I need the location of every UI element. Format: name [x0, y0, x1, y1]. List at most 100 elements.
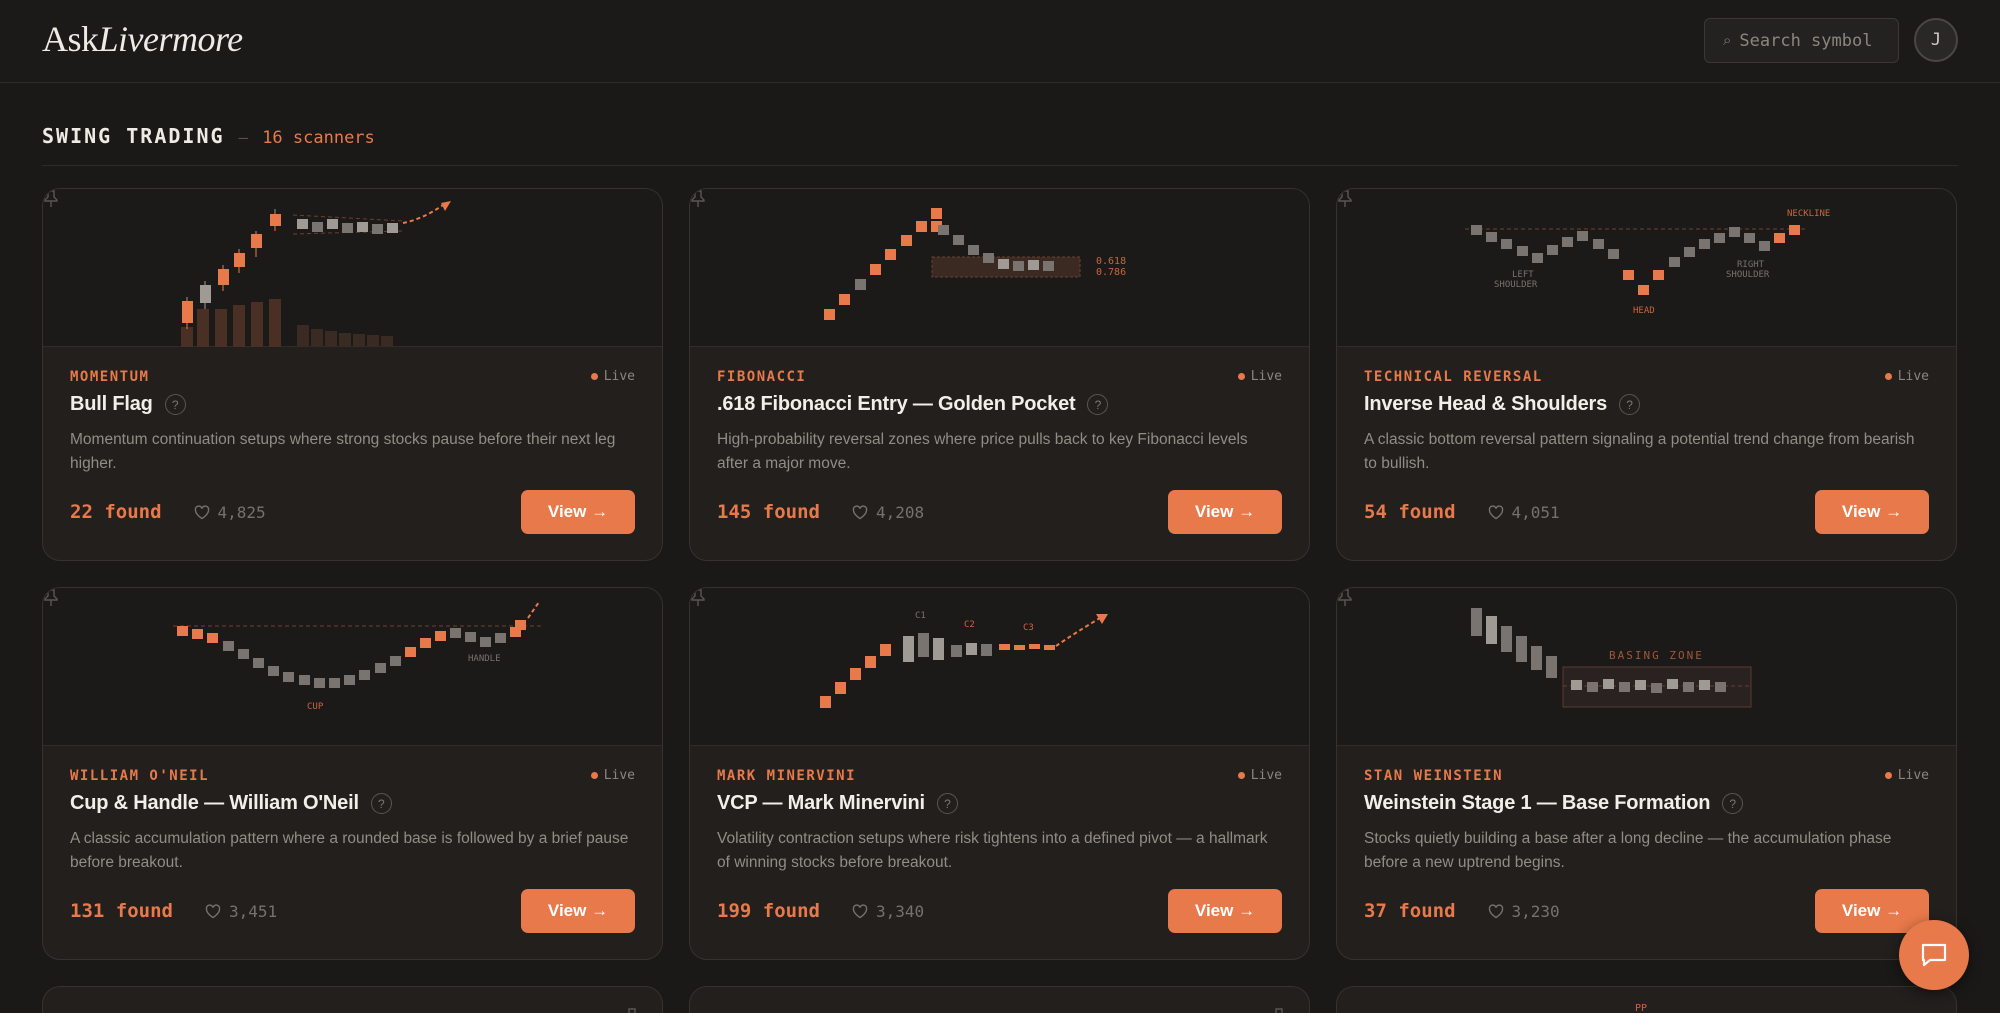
- neckline-label: NECKLINE: [1787, 209, 1830, 219]
- scanner-card-partial[interactable]: PP: [1336, 986, 1957, 1013]
- view-button[interactable]: View →: [521, 490, 635, 534]
- status-text: Live: [603, 369, 635, 384]
- inverse-head-shoulders-chart: NECKLINE LEFT SHOULDER HEAD RIGHT SHOULD…: [1465, 209, 1830, 316]
- heart-icon: [852, 504, 868, 519]
- pivot-label: PP: [1635, 1003, 1648, 1013]
- card-title: Inverse Head & Shoulders: [1364, 393, 1608, 415]
- scanner-card[interactable]: BASING ZONE STAN WEINSTEIN Live Weinstei…: [1336, 587, 1957, 960]
- right-label: RIGHT: [1737, 260, 1765, 270]
- found-count: 22 found: [70, 501, 162, 523]
- scanner-card[interactable]: NECKLINE LEFT SHOULDER HEAD RIGHT SHOULD…: [1336, 188, 1957, 561]
- contraction-1-label: C1: [915, 611, 926, 621]
- live-dot-icon: [590, 772, 598, 779]
- left-shoulder-label: SHOULDER: [1494, 280, 1538, 290]
- section-dash: —: [238, 128, 249, 147]
- pin-icon[interactable]: [690, 588, 706, 608]
- view-button[interactable]: View →: [521, 889, 635, 933]
- help-icon[interactable]: ?: [936, 793, 958, 814]
- help-icon[interactable]: ?: [1619, 394, 1641, 415]
- search-icon: ⌕: [1723, 32, 1732, 49]
- pin-icon[interactable]: [43, 189, 59, 209]
- category-label: MOMENTUM: [70, 369, 150, 385]
- fibonacci-chart: 0.618 0.786: [824, 208, 1126, 320]
- search-box[interactable]: ⌕: [1704, 18, 1899, 63]
- card-description: High-probability reversal zones where pr…: [717, 431, 1248, 472]
- live-dot-icon: [590, 373, 598, 380]
- like-button[interactable]: 4,825: [194, 503, 266, 522]
- bull-flag-chart: [181, 201, 451, 347]
- pattern-candles: [820, 633, 1055, 708]
- cup-handle-chart: HANDLE CUP: [173, 601, 543, 712]
- logo-italic: Livermore: [98, 19, 244, 59]
- pin-icon[interactable]: [690, 189, 706, 209]
- heart-icon: [194, 504, 209, 519]
- live-dot-icon: [1237, 772, 1245, 779]
- category-label: STAN WEINSTEIN: [1364, 768, 1504, 784]
- pattern-chart: C1 C2 C3: [690, 588, 1309, 746]
- basing-zone-label: BASING ZONE: [1609, 649, 1704, 662]
- card-title: Bull Flag: [70, 393, 153, 415]
- scanner-card[interactable]: C1 C2 C3 MARK MINERVINI Live VCP — Mark …: [689, 587, 1310, 960]
- cup-label: CUP: [307, 702, 324, 712]
- found-count: 199 found: [717, 900, 820, 922]
- help-icon[interactable]: ?: [1722, 793, 1744, 814]
- status-badge: Live: [1884, 369, 1929, 384]
- live-dot-icon: [1884, 772, 1892, 779]
- status-text: Live: [1250, 768, 1282, 783]
- like-count: 3,340: [875, 901, 925, 921]
- like-button[interactable]: 4,051: [1488, 503, 1560, 522]
- pattern-chart: 0.618 0.786: [690, 189, 1309, 347]
- heart-icon: [1488, 903, 1503, 918]
- chat-button[interactable]: [1899, 920, 1969, 990]
- found-count: 37 found: [1364, 900, 1456, 922]
- pin-icon[interactable]: [1337, 189, 1353, 209]
- flag-candles: [297, 219, 398, 234]
- status-badge: Live: [590, 768, 635, 783]
- pin-icon[interactable]: [1271, 1007, 1287, 1013]
- like-count: 4,208: [875, 502, 925, 522]
- scanner-card[interactable]: 0.618 0.786 FIBONACCI Live .618 Fibonacc…: [689, 188, 1310, 561]
- like-button[interactable]: 3,451: [205, 902, 277, 921]
- status-badge: Live: [1237, 369, 1282, 384]
- card-title: VCP — Mark Minervini: [717, 792, 925, 814]
- avatar[interactable]: J: [1914, 18, 1958, 62]
- card-title: .618 Fibonacci Entry — Golden Pocket: [717, 393, 1076, 415]
- category-label: WILLIAM O'NEIL: [70, 768, 210, 784]
- status-badge: Live: [1237, 768, 1282, 783]
- search-input[interactable]: [1739, 30, 1890, 51]
- like-count: 3,451: [228, 901, 278, 921]
- help-icon[interactable]: ?: [370, 793, 392, 814]
- status-badge: Live: [1884, 768, 1929, 783]
- pin-icon[interactable]: [624, 1007, 640, 1013]
- view-button[interactable]: View →: [1815, 490, 1929, 534]
- volume-bars: [181, 299, 393, 347]
- status-text: Live: [1250, 369, 1282, 384]
- weinstein-base-chart: BASING ZONE: [1471, 608, 1752, 708]
- like-count: 4,051: [1511, 502, 1560, 522]
- card-description: Volatility contraction setups where risk…: [717, 830, 1268, 871]
- pin-icon[interactable]: [1337, 588, 1353, 608]
- scanner-card-partial[interactable]: [42, 986, 663, 1013]
- chat-bubble-icon: [1921, 943, 1947, 967]
- live-dot-icon: [1237, 373, 1245, 380]
- head-label: HEAD: [1633, 306, 1655, 316]
- like-button[interactable]: 3,230: [1488, 902, 1560, 921]
- help-icon[interactable]: ?: [164, 394, 186, 415]
- contraction-2-label: C2: [964, 620, 975, 630]
- found-count: 54 found: [1364, 501, 1456, 523]
- scanner-card[interactable]: HANDLE CUP WILLIAM O'NEIL Live Cup & Han…: [42, 587, 663, 960]
- top-bar: AskLivermore ⌕ J: [0, 0, 2000, 83]
- help-icon[interactable]: ?: [1087, 394, 1109, 415]
- decline-candles: [1471, 608, 1557, 678]
- left-label: LEFT: [1512, 270, 1534, 280]
- view-button[interactable]: View →: [1168, 490, 1282, 534]
- scanner-card-partial[interactable]: [689, 986, 1310, 1013]
- like-button[interactable]: 4,208: [852, 503, 924, 522]
- like-button[interactable]: 3,340: [852, 902, 924, 921]
- view-button[interactable]: View →: [1168, 889, 1282, 933]
- pin-icon[interactable]: [43, 588, 59, 608]
- logo[interactable]: AskLivermore: [42, 18, 243, 60]
- scanner-card[interactable]: MOMENTUM Live Bull Flag ? Momentum conti…: [42, 188, 663, 561]
- like-count: 3,230: [1511, 901, 1560, 921]
- rising-candles: [182, 209, 281, 329]
